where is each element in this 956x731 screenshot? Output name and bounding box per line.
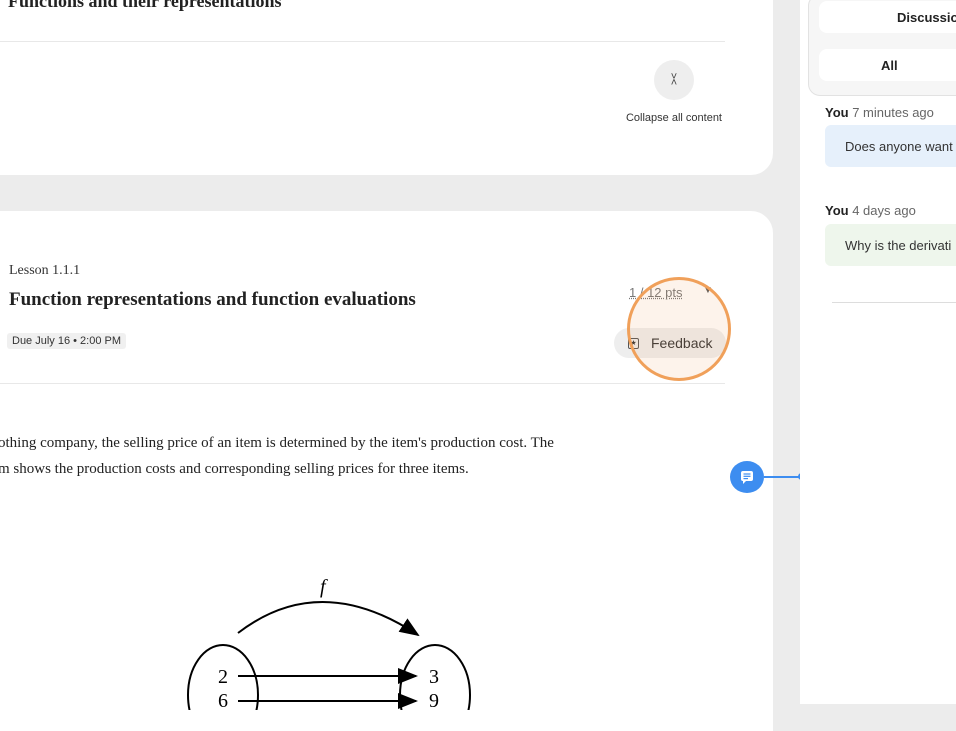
collapse-all-button[interactable]: ˅ ˄	[654, 60, 694, 100]
message-author: You	[825, 203, 849, 218]
message-header: You 4 days ago	[825, 203, 916, 218]
problem-text-line: othing company, the selling price of an …	[0, 435, 554, 451]
tab-discussion[interactable]: Discussion	[819, 1, 956, 33]
range-value: 9	[429, 690, 439, 710]
mapping-arc	[237, 601, 420, 637]
function-label: f	[320, 576, 328, 598]
message-bubble[interactable]: Why is the derivati	[825, 224, 956, 266]
divider	[0, 41, 725, 42]
domain-value: 2	[218, 666, 228, 688]
tab-all[interactable]: All	[819, 49, 956, 81]
function-mapping-diagram: f 2 6 3 9	[187, 576, 471, 710]
comment-icon	[741, 471, 753, 484]
lesson-number: Lesson 1.1.1	[9, 263, 81, 278]
section-title: Functions and their representations	[8, 0, 282, 11]
due-date-badge: Due July 16 • 2:00 PM	[7, 333, 127, 349]
chevron-collapse-icon: ˅ ˄	[670, 71, 678, 89]
discussion-panel: Discussion All You 7 minutes ago Does an…	[800, 0, 956, 704]
divider	[0, 383, 725, 384]
discussion-tab-group: Discussion All	[808, 0, 956, 96]
message-time: 7 minutes ago	[852, 105, 934, 120]
message-header: You 7 minutes ago	[825, 105, 934, 120]
divider	[832, 302, 956, 303]
message-author: You	[825, 105, 849, 120]
range-value: 3	[429, 666, 439, 688]
problem-text-line: m shows the production costs and corresp…	[0, 461, 469, 477]
highlight-ring	[627, 277, 731, 381]
lesson-title: Function representations and function ev…	[9, 289, 416, 310]
domain-value: 6	[218, 690, 228, 710]
comment-connector	[764, 476, 801, 478]
collapse-all-label: Collapse all content	[625, 112, 722, 124]
comment-button[interactable]	[730, 461, 764, 493]
message-bubble[interactable]: Does anyone want	[825, 125, 956, 167]
message-time: 4 days ago	[852, 203, 916, 218]
